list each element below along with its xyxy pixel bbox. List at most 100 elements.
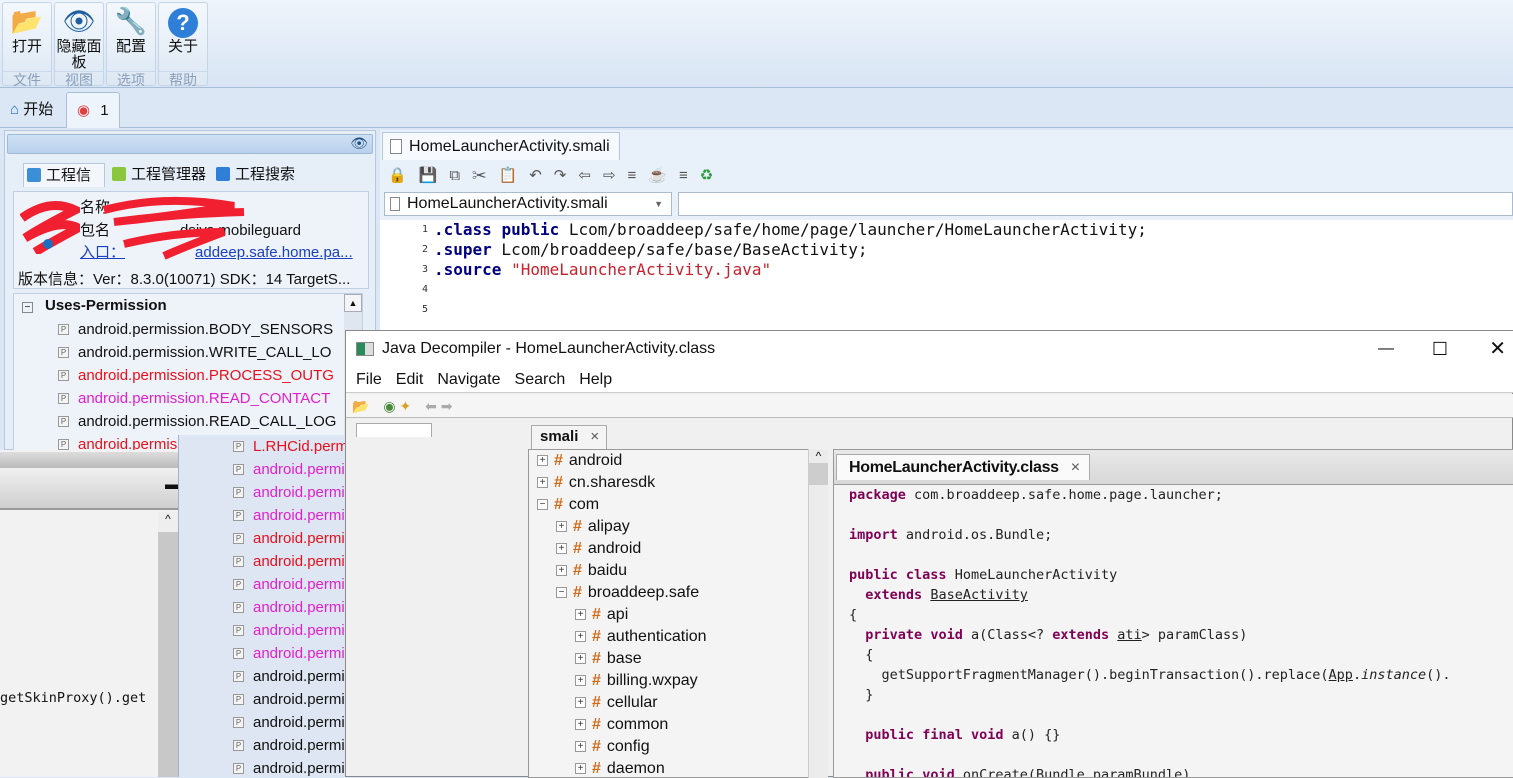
config-button[interactable]: 🔧 配置 选项: [106, 2, 156, 88]
menu-search[interactable]: Search: [515, 371, 566, 388]
expand-icon[interactable]: +: [575, 631, 586, 643]
permission-name: android.permission.READ_CALL_LOG: [78, 413, 337, 430]
smali-code[interactable]: 1 .class public Lcom/broaddeep/safe/home/…: [380, 220, 1513, 330]
redaction-scribble: [19, 201, 88, 256]
permission-icon: P: [233, 556, 244, 567]
collapse-icon[interactable]: −: [22, 302, 33, 313]
close-icon[interactable]: ×: [1071, 459, 1080, 476]
eye-icon[interactable]: 👁: [350, 135, 368, 152]
minimize-button[interactable]: —: [1378, 331, 1394, 367]
tree-node[interactable]: − # com: [529, 494, 827, 516]
forward-icon[interactable]: ➡: [441, 398, 453, 414]
tree-scrollbar[interactable]: ^: [808, 449, 828, 778]
expand-icon[interactable]: +: [575, 675, 586, 687]
tree-node[interactable]: + # baidu: [529, 560, 827, 582]
cut-icon[interactable]: ✂: [472, 167, 498, 184]
redo-icon[interactable]: ↷: [554, 167, 579, 184]
tree-node[interactable]: + # android: [529, 538, 827, 560]
tab-class-file[interactable]: HomeLauncherActivity.class ×: [836, 454, 1090, 480]
tab-smali-file[interactable]: HomeLauncherActivity.smali: [382, 132, 620, 160]
expand-icon[interactable]: +: [575, 609, 586, 621]
copy-icon[interactable]: ⧉: [449, 167, 472, 184]
member-select[interactable]: [678, 192, 1513, 216]
open-file-icon[interactable]: 📂: [352, 398, 369, 414]
uses-permission-node[interactable]: − Uses-Permission: [14, 294, 362, 318]
tree-node[interactable]: + # base: [529, 648, 827, 670]
expand-icon[interactable]: +: [575, 719, 586, 731]
tab-project-search[interactable]: 工程搜索: [213, 163, 295, 187]
permission-item[interactable]: Pandroid.permission.PROCESS_OUTG: [14, 364, 362, 387]
tree-node[interactable]: + # android: [529, 450, 827, 472]
tree-node[interactable]: + # cn.sharesdk: [529, 472, 827, 494]
tab-start[interactable]: ⌂ 开始: [0, 92, 63, 128]
tab-project-info[interactable]: 工程信息: [23, 163, 105, 208]
expand-icon[interactable]: +: [575, 763, 586, 775]
panel-header-bar: 👁: [7, 134, 373, 154]
close-icon[interactable]: ×: [590, 428, 599, 445]
code-token[interactable]: BaseActivity: [930, 587, 1028, 603]
tab-project-1[interactable]: ◉ 1: [66, 92, 120, 128]
permission-item[interactable]: Pandroid.permission.READ_CALL_LOG: [14, 410, 362, 433]
decompiled-code[interactable]: package com.broaddeep.safe.home.page.lau…: [834, 484, 1513, 777]
permission-item[interactable]: Pandroid.permission.READ_CONTACT: [14, 387, 362, 410]
open-type-icon[interactable]: ◉: [383, 398, 395, 414]
expand-icon[interactable]: +: [556, 521, 567, 533]
scrollbar[interactable]: ^: [158, 512, 178, 777]
list-icon[interactable]: ≡: [679, 167, 700, 184]
collapse-icon[interactable]: −: [537, 499, 548, 511]
permission-item[interactable]: Pandroid.permission.BODY_SENSORS: [14, 318, 362, 341]
close-button[interactable]: ✕: [1489, 331, 1506, 367]
tab-smali[interactable]: smali ×: [531, 425, 607, 449]
paste-icon[interactable]: 📋: [499, 167, 530, 184]
about-button[interactable]: ? 关于 帮助: [158, 2, 208, 88]
collapse-icon[interactable]: −: [556, 587, 567, 599]
tree-node[interactable]: + # daemon: [529, 758, 827, 777]
java-icon[interactable]: ☕: [648, 167, 679, 184]
expand-icon[interactable]: +: [537, 477, 548, 489]
tab-project-manager[interactable]: 工程管理器: [109, 163, 206, 187]
code-token[interactable]: App: [1329, 667, 1353, 683]
tree-node[interactable]: + # config: [529, 736, 827, 758]
code-token: public: [501, 220, 560, 239]
menu-navigate[interactable]: Navigate: [437, 371, 500, 388]
back-icon[interactable]: ⇦: [578, 167, 603, 184]
hide-panel-button[interactable]: 👁 隐藏面板 视图: [54, 2, 104, 88]
package-icon: #: [573, 518, 582, 535]
undo-icon[interactable]: ↶: [529, 167, 554, 184]
format-icon[interactable]: ≡: [628, 167, 649, 184]
expand-icon[interactable]: +: [575, 653, 586, 665]
tree-node[interactable]: − # broaddeep.safe: [529, 582, 827, 604]
code-line: getSupportFragmentManager().beginTransac…: [849, 665, 1513, 685]
tree-node[interactable]: + # cellular: [529, 692, 827, 714]
back-icon[interactable]: ⬅: [425, 398, 437, 414]
forward-icon[interactable]: ⇨: [603, 167, 628, 184]
menu-bar: File Edit Navigate Search Help: [346, 367, 1513, 393]
code-token: a() {}: [1003, 727, 1061, 743]
maximize-button[interactable]: ☐: [1432, 331, 1448, 367]
expand-icon[interactable]: +: [556, 543, 567, 555]
menu-help[interactable]: Help: [579, 371, 612, 388]
save-icon[interactable]: 💾: [419, 167, 450, 184]
expand-icon[interactable]: +: [537, 455, 548, 467]
expand-icon[interactable]: +: [575, 741, 586, 753]
permission-item[interactable]: Pandroid.permission.WRITE_CALL_LO: [14, 341, 362, 364]
tree-node[interactable]: + # api: [529, 604, 827, 626]
tree-node[interactable]: + # common: [529, 714, 827, 736]
code-token[interactable]: ati: [1117, 627, 1141, 643]
decompile-icon[interactable]: ♻: [700, 167, 725, 184]
lock-icon[interactable]: 🔒: [388, 167, 419, 184]
tree-node[interactable]: + # authentication: [529, 626, 827, 648]
file-select[interactable]: HomeLauncherActivity.smali ▼: [384, 192, 672, 216]
tree-node[interactable]: + # billing.wxpay: [529, 670, 827, 692]
menu-file[interactable]: File: [356, 371, 382, 388]
expand-icon[interactable]: +: [556, 565, 567, 577]
tree-node-label: com: [568, 496, 600, 513]
ribbon-group-label: 文件: [3, 71, 51, 88]
expand-icon[interactable]: +: [575, 697, 586, 709]
tree-node[interactable]: + # alipay: [529, 516, 827, 538]
search-icon[interactable]: ✦: [399, 398, 411, 414]
menu-edit[interactable]: Edit: [396, 371, 424, 388]
open-button[interactable]: 📂 打开 文件: [2, 2, 52, 88]
